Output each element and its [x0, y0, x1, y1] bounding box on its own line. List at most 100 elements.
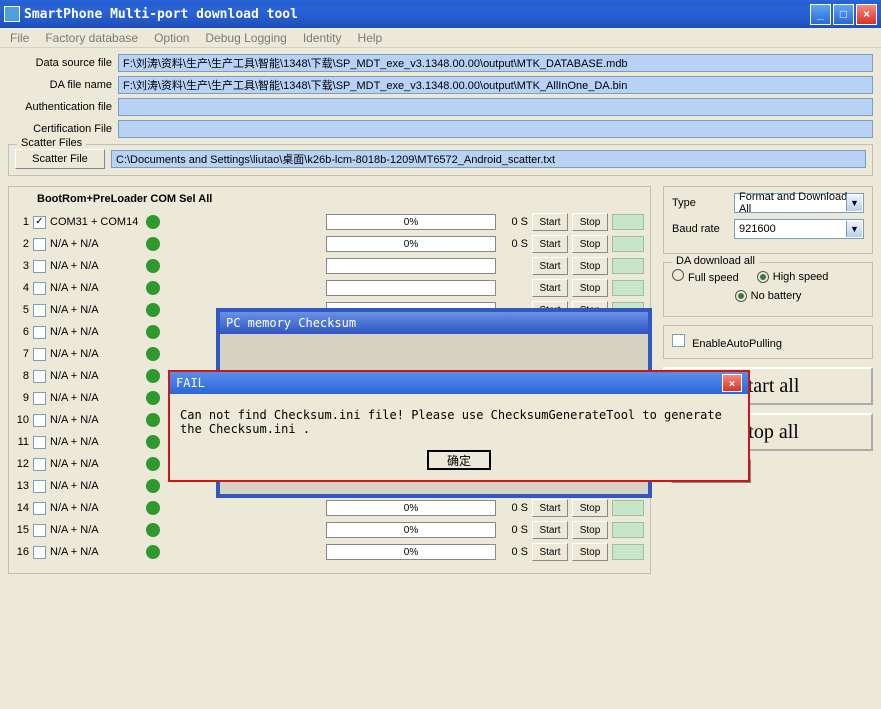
stop-button[interactable]: Stop — [572, 257, 608, 275]
da-file-field[interactable]: F:\刘涛\资料\生产\生产工具\智能\1348\下载\SP_MDT_exe_v… — [118, 76, 873, 94]
minimize-button[interactable]: _ — [810, 4, 831, 25]
port-label: N/A + N/A — [50, 502, 138, 514]
status-dot-icon — [146, 259, 160, 273]
elapsed-time: 0 S — [500, 524, 528, 536]
data-source-field[interactable]: F:\刘涛\资料\生产\生产工具\智能\1348\下载\SP_MDT_exe_v… — [118, 54, 873, 72]
no-battery-radio[interactable] — [735, 290, 747, 302]
port-label: N/A + N/A — [50, 436, 138, 448]
port-checkbox[interactable] — [33, 546, 46, 559]
autopull-checkbox[interactable] — [672, 334, 685, 347]
port-checkbox[interactable] — [33, 348, 46, 361]
port-checkbox[interactable] — [33, 238, 46, 251]
port-checkbox[interactable] — [33, 304, 46, 317]
port-index: 10 — [15, 414, 29, 426]
stop-button[interactable]: Stop — [572, 213, 608, 231]
menu-help[interactable]: Help — [354, 29, 387, 47]
baud-select[interactable]: 921600▼ — [734, 219, 864, 239]
port-row: 2N/A + N/A0%0 SStartStop — [15, 233, 644, 255]
status-dot-icon — [146, 369, 160, 383]
status-dot-icon — [146, 479, 160, 493]
maximize-button[interactable]: □ — [833, 4, 854, 25]
progress-bar: 0% — [326, 544, 496, 560]
menu-option[interactable]: Option — [150, 29, 193, 47]
type-panel: Type Format and Download All▼ Baud rate … — [663, 186, 873, 254]
stop-button[interactable]: Stop — [572, 499, 608, 517]
window-title: SmartPhone Multi-port download tool — [24, 7, 808, 22]
close-button[interactable]: × — [856, 4, 877, 25]
status-dot-icon — [146, 215, 160, 229]
da-download-panel: DA download all Full speed High speed No… — [663, 262, 873, 317]
port-checkbox[interactable] — [33, 458, 46, 471]
fail-dialog: FAIL × Can not find Checksum.ini file! P… — [168, 370, 750, 482]
fail-dialog-ok-button[interactable]: 确定 — [427, 450, 491, 470]
port-checkbox[interactable] — [33, 524, 46, 537]
port-checkbox[interactable] — [33, 392, 46, 405]
menu-debug-logging[interactable]: Debug Logging — [201, 29, 290, 47]
checksum-dialog-title: PC memory Checksum — [220, 312, 648, 334]
menu-file[interactable]: File — [6, 29, 33, 47]
menu-factory-database[interactable]: Factory database — [41, 29, 142, 47]
status-dot-icon — [146, 435, 160, 449]
stop-button[interactable]: Stop — [572, 279, 608, 297]
start-button[interactable]: Start — [532, 235, 568, 253]
status-box — [612, 236, 644, 252]
baud-label: Baud rate — [672, 223, 730, 235]
high-speed-label: High speed — [773, 271, 829, 283]
progress-bar — [326, 280, 496, 296]
scatter-file-button[interactable]: Scatter File — [15, 149, 105, 169]
port-label: N/A + N/A — [50, 304, 138, 316]
stop-button[interactable]: Stop — [572, 521, 608, 539]
port-label: N/A + N/A — [50, 480, 138, 492]
scatter-file-field[interactable]: C:\Documents and Settings\liutao\桌面\k26b… — [111, 150, 866, 168]
auth-file-field[interactable] — [118, 98, 873, 116]
port-label: N/A + N/A — [50, 326, 138, 338]
chevron-down-icon: ▼ — [846, 221, 862, 237]
port-checkbox[interactable] — [33, 502, 46, 515]
start-button[interactable]: Start — [532, 257, 568, 275]
port-row: 15N/A + N/A0%0 SStartStop — [15, 519, 644, 541]
high-speed-radio[interactable] — [757, 271, 769, 283]
stop-button[interactable]: Stop — [572, 235, 608, 253]
start-button[interactable]: Start — [532, 213, 568, 231]
port-index: 4 — [15, 282, 29, 294]
cert-file-field[interactable] — [118, 120, 873, 138]
port-checkbox[interactable] — [33, 282, 46, 295]
scatter-legend: Scatter Files — [17, 137, 86, 149]
stop-button[interactable]: Stop — [572, 543, 608, 561]
start-button[interactable]: Start — [532, 279, 568, 297]
cert-file-label: Certification File — [8, 123, 118, 135]
status-box — [612, 500, 644, 516]
start-button[interactable]: Start — [532, 521, 568, 539]
data-source-label: Data source file — [8, 57, 118, 69]
status-dot-icon — [146, 347, 160, 361]
chevron-down-icon: ▼ — [846, 195, 862, 211]
titlebar: SmartPhone Multi-port download tool _ □ … — [0, 0, 881, 28]
status-dot-icon — [146, 237, 160, 251]
status-dot-icon — [146, 413, 160, 427]
port-checkbox[interactable] — [33, 326, 46, 339]
status-box — [612, 280, 644, 296]
port-checkbox[interactable] — [33, 216, 46, 229]
port-checkbox[interactable] — [33, 370, 46, 383]
port-index: 1 — [15, 216, 29, 228]
port-label: N/A + N/A — [50, 260, 138, 272]
port-label: N/A + N/A — [50, 458, 138, 470]
port-index: 11 — [15, 436, 29, 448]
port-row: 1COM31 + COM140%0 SStartStop — [15, 211, 644, 233]
progress-bar: 0% — [326, 214, 496, 230]
port-label: N/A + N/A — [50, 546, 138, 558]
port-checkbox[interactable] — [33, 414, 46, 427]
status-dot-icon — [146, 303, 160, 317]
full-speed-radio[interactable] — [672, 269, 684, 281]
port-checkbox[interactable] — [33, 260, 46, 273]
start-button[interactable]: Start — [532, 543, 568, 561]
autopull-panel: EnableAutoPulling — [663, 325, 873, 359]
status-dot-icon — [146, 325, 160, 339]
fail-dialog-close-button[interactable]: × — [722, 374, 742, 392]
port-checkbox[interactable] — [33, 480, 46, 493]
type-select[interactable]: Format and Download All▼ — [734, 193, 864, 213]
status-box — [612, 544, 644, 560]
menu-identity[interactable]: Identity — [299, 29, 346, 47]
start-button[interactable]: Start — [532, 499, 568, 517]
port-checkbox[interactable] — [33, 436, 46, 449]
